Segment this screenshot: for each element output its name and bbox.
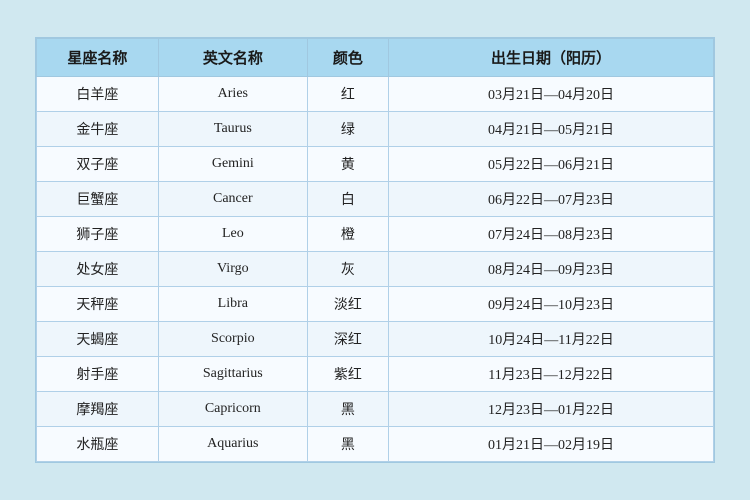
table-row: 巨蟹座Cancer白06月22日—07月23日	[37, 182, 714, 217]
table-row: 射手座Sagittarius紫红11月23日—12月22日	[37, 357, 714, 392]
cell-dates: 11月23日—12月22日	[389, 357, 714, 392]
cell-chinese-name: 狮子座	[37, 217, 159, 252]
header-chinese-name: 星座名称	[37, 39, 159, 77]
cell-dates: 06月22日—07月23日	[389, 182, 714, 217]
cell-color: 灰	[307, 252, 388, 287]
header-color: 颜色	[307, 39, 388, 77]
cell-color: 绿	[307, 112, 388, 147]
table-row: 天秤座Libra淡红09月24日—10月23日	[37, 287, 714, 322]
cell-color: 黑	[307, 392, 388, 427]
header-english-name: 英文名称	[158, 39, 307, 77]
cell-chinese-name: 处女座	[37, 252, 159, 287]
cell-dates: 01月21日—02月19日	[389, 427, 714, 462]
cell-chinese-name: 射手座	[37, 357, 159, 392]
cell-chinese-name: 巨蟹座	[37, 182, 159, 217]
table-row: 摩羯座Capricorn黑12月23日—01月22日	[37, 392, 714, 427]
cell-chinese-name: 水瓶座	[37, 427, 159, 462]
table-header-row: 星座名称 英文名称 颜色 出生日期（阳历）	[37, 39, 714, 77]
cell-english-name: Aquarius	[158, 427, 307, 462]
cell-dates: 07月24日—08月23日	[389, 217, 714, 252]
cell-english-name: Aries	[158, 77, 307, 112]
cell-color: 橙	[307, 217, 388, 252]
cell-dates: 04月21日—05月21日	[389, 112, 714, 147]
cell-chinese-name: 天蝎座	[37, 322, 159, 357]
table-row: 白羊座Aries红03月21日—04月20日	[37, 77, 714, 112]
cell-dates: 08月24日—09月23日	[389, 252, 714, 287]
zodiac-table-container: 星座名称 英文名称 颜色 出生日期（阳历） 白羊座Aries红03月21日—04…	[35, 37, 715, 463]
cell-color: 淡红	[307, 287, 388, 322]
cell-english-name: Capricorn	[158, 392, 307, 427]
cell-dates: 12月23日—01月22日	[389, 392, 714, 427]
table-row: 金牛座Taurus绿04月21日—05月21日	[37, 112, 714, 147]
table-row: 双子座Gemini黄05月22日—06月21日	[37, 147, 714, 182]
cell-chinese-name: 金牛座	[37, 112, 159, 147]
cell-english-name: Virgo	[158, 252, 307, 287]
cell-chinese-name: 天秤座	[37, 287, 159, 322]
cell-english-name: Taurus	[158, 112, 307, 147]
cell-english-name: Leo	[158, 217, 307, 252]
cell-chinese-name: 双子座	[37, 147, 159, 182]
cell-dates: 10月24日—11月22日	[389, 322, 714, 357]
cell-dates: 09月24日—10月23日	[389, 287, 714, 322]
cell-color: 红	[307, 77, 388, 112]
cell-english-name: Gemini	[158, 147, 307, 182]
cell-color: 白	[307, 182, 388, 217]
cell-color: 黑	[307, 427, 388, 462]
cell-color: 深红	[307, 322, 388, 357]
cell-color: 黄	[307, 147, 388, 182]
table-row: 处女座Virgo灰08月24日—09月23日	[37, 252, 714, 287]
cell-chinese-name: 摩羯座	[37, 392, 159, 427]
cell-dates: 03月21日—04月20日	[389, 77, 714, 112]
cell-english-name: Scorpio	[158, 322, 307, 357]
cell-english-name: Cancer	[158, 182, 307, 217]
header-date: 出生日期（阳历）	[389, 39, 714, 77]
cell-english-name: Libra	[158, 287, 307, 322]
table-row: 天蝎座Scorpio深红10月24日—11月22日	[37, 322, 714, 357]
zodiac-table: 星座名称 英文名称 颜色 出生日期（阳历） 白羊座Aries红03月21日—04…	[36, 38, 714, 462]
cell-dates: 05月22日—06月21日	[389, 147, 714, 182]
table-row: 水瓶座Aquarius黑01月21日—02月19日	[37, 427, 714, 462]
table-row: 狮子座Leo橙07月24日—08月23日	[37, 217, 714, 252]
cell-english-name: Sagittarius	[158, 357, 307, 392]
cell-color: 紫红	[307, 357, 388, 392]
cell-chinese-name: 白羊座	[37, 77, 159, 112]
